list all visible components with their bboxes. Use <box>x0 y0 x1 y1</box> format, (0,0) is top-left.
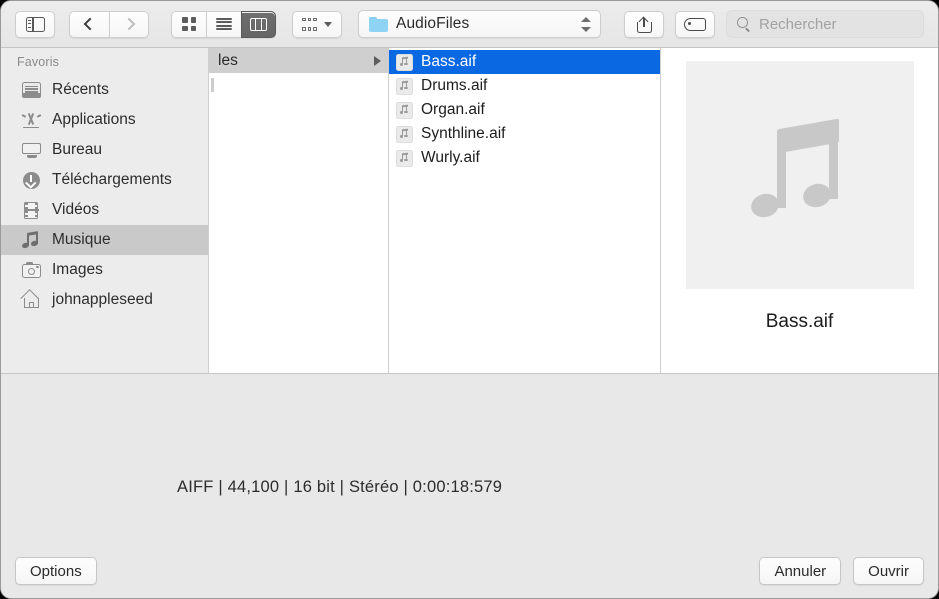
file-name: Organ.aif <box>421 101 485 119</box>
file-row[interactable]: Wurly.aif <box>389 146 660 170</box>
tag-icon <box>684 18 706 31</box>
sidebar-item-label: Bureau <box>52 141 102 159</box>
sidebar-icon <box>26 17 45 32</box>
sidebar-item-downloads[interactable]: Téléchargements <box>1 165 208 195</box>
column-resize-handle[interactable] <box>211 78 214 92</box>
sidebar-item-label: Applications <box>52 111 136 129</box>
sidebar-item-applications[interactable]: Applications <box>1 105 208 135</box>
music-note-large-icon <box>749 116 851 234</box>
parent-folder-column[interactable]: les <box>209 48 389 373</box>
file-name: Wurly.aif <box>421 149 480 167</box>
music-note-icon <box>21 231 42 249</box>
home-icon <box>21 291 42 309</box>
audio-metadata-text: AIFF | 44,100 | 16 bit | Stéréo | 0:00:1… <box>177 478 502 497</box>
applications-icon <box>21 111 42 129</box>
columns-icon <box>250 18 267 31</box>
sidebar-item-label: Téléchargements <box>52 171 172 189</box>
folder-row-audiofiles[interactable]: les <box>209 48 388 73</box>
file-picker-window: AudioFiles Rechercher <box>0 0 939 599</box>
forward-button[interactable] <box>109 11 149 38</box>
camera-icon <box>21 261 42 279</box>
folder-row-label: les <box>218 52 238 70</box>
open-button[interactable]: Ouvrir <box>853 557 924 585</box>
column-view-button[interactable] <box>241 11 276 38</box>
sidebar-item-label: johnappleseed <box>52 291 153 309</box>
file-list-column[interactable]: Bass.aif Drums.aif Organ.aif Synthline.a… <box>389 48 661 373</box>
sidebar-item-label: Vidéos <box>52 201 99 219</box>
list-icon <box>216 18 232 30</box>
desktop-icon <box>21 141 42 159</box>
sidebar-item-music[interactable]: Musique <box>1 225 208 255</box>
chevron-down-icon <box>324 22 332 27</box>
search-input[interactable]: Rechercher <box>726 10 924 38</box>
toolbar: AudioFiles Rechercher <box>1 1 938 47</box>
view-mode-segmented-control <box>171 11 276 38</box>
sidebar-item-home[interactable]: johnappleseed <box>1 285 208 315</box>
up-down-chevron-icon <box>581 16 592 33</box>
group-items-icon <box>302 18 317 31</box>
share-button[interactable] <box>624 11 664 38</box>
file-name: Synthline.aif <box>421 125 505 143</box>
audio-file-icon <box>396 126 413 143</box>
bottom-bar-actions: Annuler Ouvrir <box>759 557 924 585</box>
sidebar: Favoris Récents Applications Bureau <box>1 48 209 373</box>
toolbar-right-cluster: Rechercher <box>624 10 924 38</box>
sidebar-section-header: Favoris <box>1 55 208 75</box>
group-by-button[interactable] <box>292 11 342 38</box>
search-icon <box>737 17 751 31</box>
file-row[interactable]: Bass.aif <box>389 50 660 74</box>
icon-view-button[interactable] <box>171 11 206 38</box>
disclosure-triangle-icon <box>374 56 381 66</box>
share-icon <box>637 16 652 33</box>
navigation-buttons <box>69 11 149 38</box>
sidebar-item-pictures[interactable]: Images <box>1 255 208 285</box>
sidebar-item-recents[interactable]: Récents <box>1 75 208 105</box>
chevron-right-icon <box>125 17 134 32</box>
sidebar-item-desktop[interactable]: Bureau <box>1 135 208 165</box>
search-placeholder: Rechercher <box>759 16 837 33</box>
back-button[interactable] <box>69 11 109 38</box>
sidebar-item-label: Images <box>52 261 103 279</box>
cancel-button[interactable]: Annuler <box>759 557 841 585</box>
audio-file-icon <box>396 54 413 71</box>
audio-file-icon <box>396 150 413 167</box>
sidebar-toggle-button[interactable] <box>15 11 55 38</box>
grid-icon <box>182 17 196 31</box>
audio-file-icon <box>396 102 413 119</box>
folder-icon <box>369 17 388 32</box>
chevron-left-icon <box>85 17 94 32</box>
downloads-icon <box>21 171 42 189</box>
list-view-button[interactable] <box>206 11 241 38</box>
preview-column: Bass.aif <box>661 48 938 373</box>
tag-button[interactable] <box>675 11 715 38</box>
audio-file-icon <box>396 78 413 95</box>
file-row[interactable]: Drums.aif <box>389 74 660 98</box>
sidebar-item-movies[interactable]: Vidéos <box>1 195 208 225</box>
bottom-bar: Options Annuler Ouvrir <box>1 544 938 598</box>
preview-thumbnail <box>686 61 914 289</box>
path-popup-button[interactable]: AudioFiles <box>358 10 601 38</box>
sidebar-item-label: Musique <box>52 231 111 249</box>
movies-icon <box>21 201 42 219</box>
file-row[interactable]: Synthline.aif <box>389 122 660 146</box>
file-name: Drums.aif <box>421 77 487 95</box>
path-popup-label: AudioFiles <box>396 15 581 33</box>
file-row[interactable]: Organ.aif <box>389 98 660 122</box>
sidebar-item-label: Récents <box>52 81 109 99</box>
options-button[interactable]: Options <box>15 557 97 585</box>
file-name: Bass.aif <box>421 53 476 71</box>
column-browser: Favoris Récents Applications Bureau <box>1 47 938 374</box>
preview-filename: Bass.aif <box>766 311 834 333</box>
recents-icon <box>21 81 42 99</box>
